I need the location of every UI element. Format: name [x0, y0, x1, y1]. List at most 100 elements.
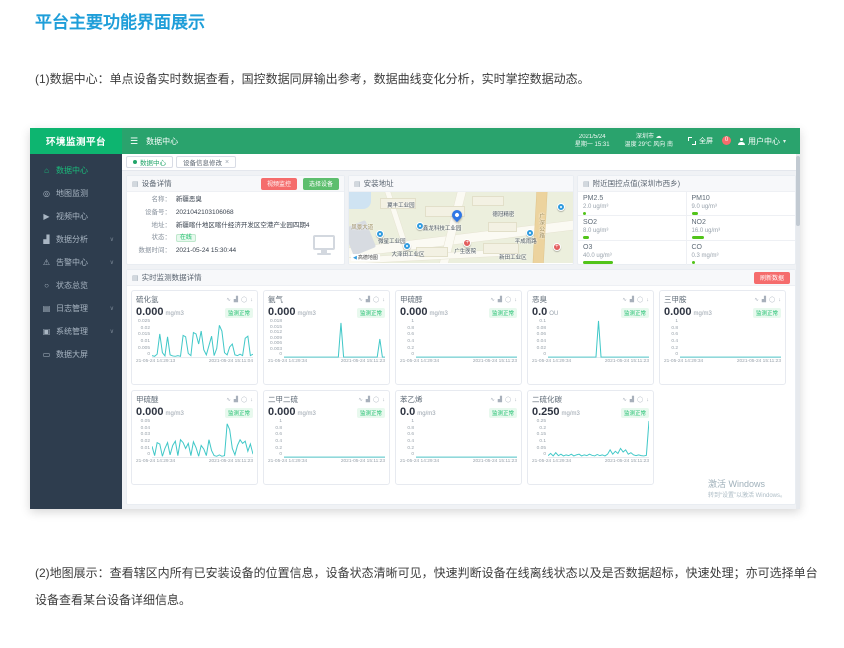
y-axis: 0.250.20.150.10.050 [532, 420, 548, 458]
sidebar-item-log-management[interactable]: ▤ 日志管理 ∨ [30, 297, 122, 320]
line-chart-icon[interactable]: ∿ [358, 397, 363, 403]
bar-chart-icon[interactable]: ▟ [366, 297, 370, 303]
monitor-status-badge[interactable]: 监测正常 [225, 308, 253, 318]
realtime-data-panel: ▤ 实时监测数据详情 刷新数据 硫化氢∿▟◯↓0.000mg/m3监测正常0.0… [126, 269, 796, 505]
user-menu[interactable]: 用户中心 ▾ [738, 136, 786, 147]
refresh-icon[interactable]: ◯ [505, 397, 511, 403]
sidebar-item-data-screen[interactable]: ▭ 数据大屏 [30, 343, 122, 366]
chart-plot [152, 420, 253, 458]
line-chart-icon[interactable]: ∿ [754, 297, 759, 303]
monitor-status-badge[interactable]: 监测正常 [621, 308, 649, 318]
bar-chart-icon[interactable]: ▟ [234, 397, 238, 403]
header-nav-title: 数据中心 [146, 136, 178, 147]
monitor-status-badge[interactable]: 监测正常 [621, 408, 649, 418]
monitor-status-badge[interactable]: 监测正常 [225, 408, 253, 418]
metric-pm25: PM2.5 2.0 ug/m³ [578, 192, 687, 216]
line-chart-icon[interactable]: ∿ [226, 397, 231, 403]
bar-chart-icon[interactable]: ▟ [366, 397, 370, 403]
sidebar-item-status-overview[interactable]: ○ 状态总览 [30, 274, 122, 297]
monitor-status-badge[interactable]: 监测正常 [753, 308, 781, 318]
bar-chart-icon[interactable]: ▟ [762, 297, 766, 303]
sidebar-item-data-center[interactable]: ⌂ 数据中心 [30, 159, 122, 182]
metric-value: 40.0 ug/m³ [583, 252, 681, 260]
download-icon[interactable]: ↓ [646, 297, 649, 303]
tab-data-center[interactable]: 数据中心 [126, 156, 173, 168]
download-icon[interactable]: ↓ [778, 297, 781, 303]
chart-plot [548, 320, 649, 358]
field-value: 新疆喀什地区喀什经济开发区空港产业园四期4 [176, 222, 310, 229]
bar-chart-icon[interactable]: ▟ [234, 297, 238, 303]
map-marker-blue[interactable] [557, 203, 565, 211]
sidebar-item-data-analysis[interactable]: ▟ 数据分析 ∨ [30, 228, 122, 251]
download-icon[interactable]: ↓ [382, 297, 385, 303]
refresh-icon[interactable]: ◯ [637, 297, 643, 303]
fullscreen-button[interactable]: 全屏 [688, 136, 713, 146]
refresh-icon[interactable]: ◯ [769, 297, 775, 303]
download-icon[interactable]: ↓ [646, 397, 649, 403]
line-chart-icon[interactable]: ∿ [226, 297, 231, 303]
sidebar-item-system-management[interactable]: ▣ 系统管理 ∨ [30, 320, 122, 343]
sidebar-item-label: 数据大屏 [56, 349, 88, 360]
line-chart-icon[interactable]: ∿ [490, 297, 495, 303]
tab-device-edit[interactable]: 设备信息修改 × [176, 156, 236, 168]
hamburger-icon[interactable]: ☰ [130, 136, 138, 147]
monitor-status-badge[interactable]: 监测正常 [357, 408, 385, 418]
sidebar-item-label: 数据分析 [56, 234, 88, 245]
map-marker-blue[interactable] [526, 229, 534, 237]
metric-bar [583, 261, 613, 264]
select-device-button[interactable]: 选择设备 [303, 178, 339, 190]
line-chart-icon[interactable]: ∿ [622, 397, 627, 403]
field-label: 数据时间： [133, 245, 171, 258]
map-label: 广生医院 [454, 247, 476, 255]
sidebar-item-map-monitor[interactable]: ◎ 地图监测 [30, 182, 122, 205]
bar-chart-icon[interactable]: ▟ [630, 297, 634, 303]
sidebar-item-alarm-center[interactable]: ⚠ 告警中心 ∨ [30, 251, 122, 274]
download-icon[interactable]: ↓ [250, 397, 253, 403]
panel-icon: ▤ [354, 180, 361, 188]
download-icon[interactable]: ↓ [382, 397, 385, 403]
download-icon[interactable]: ↓ [514, 297, 517, 303]
line-chart-icon[interactable]: ∿ [490, 397, 495, 403]
map-marker-red[interactable]: + [553, 243, 561, 251]
line-chart-icon[interactable]: ∿ [622, 297, 627, 303]
caret-down-icon: ▾ [783, 138, 786, 145]
x-axis-start: 21-05-24 14:29:13 [136, 359, 175, 364]
chart-unit: mg/m3 [694, 311, 712, 317]
device-fields: 名称： 新疆恶臭 设备号： 2021042103106068 地址： 新疆喀什地… [127, 192, 344, 260]
refresh-icon[interactable]: ◯ [373, 397, 379, 403]
refresh-icon[interactable]: ◯ [505, 297, 511, 303]
map-marker-hospital[interactable]: + [463, 239, 471, 247]
header-right: 2021/5/24 星期一 15:31 深圳市 ☁ 温度 29℃ 风向 南 全屏… [575, 133, 800, 149]
close-icon[interactable]: × [225, 159, 229, 166]
line-chart-icon[interactable]: ∿ [358, 297, 363, 303]
x-axis-start: 21-05-24 14:29:34 [136, 459, 175, 464]
refresh-icon[interactable]: ◯ [373, 297, 379, 303]
monitor-status-badge[interactable]: 监测正常 [489, 308, 517, 318]
y-axis: 0.10.080.060.040.020 [532, 320, 548, 358]
bar-chart-icon[interactable]: ▟ [498, 397, 502, 403]
monitor-status-badge[interactable]: 监测正常 [357, 308, 385, 318]
download-icon[interactable]: ↓ [514, 397, 517, 403]
weather-detail: 温度 29℃ 风向 南 [625, 141, 673, 149]
chart-title: 二硫化碳 [532, 394, 562, 405]
tab-label: 数据中心 [140, 157, 166, 167]
refresh-icon[interactable]: ◯ [241, 397, 247, 403]
notification-badge[interactable]: 0 [722, 136, 731, 145]
refresh-data-button[interactable]: 刷新数据 [754, 272, 790, 284]
chart-card: 二硫化碳∿▟◯↓0.250mg/m3监测正常0.250.20.150.10.05… [527, 390, 654, 485]
monitor-status-badge[interactable]: 监测正常 [489, 408, 517, 418]
x-axis-end: 2021-05-24 15:11:23 [209, 459, 253, 464]
refresh-icon[interactable]: ◯ [637, 397, 643, 403]
scrollbar-thumb[interactable] [796, 156, 800, 226]
map-canvas[interactable]: + + 翼丰工业园 鑫龙科技工业园 德冠精密 微星工业园 大泽田工业区 广生医院… [349, 192, 573, 263]
bar-chart-icon[interactable]: ▟ [630, 397, 634, 403]
sidebar-item-label: 系统管理 [56, 326, 88, 337]
download-icon[interactable]: ↓ [250, 297, 253, 303]
fullscreen-icon [688, 137, 696, 145]
sidebar-item-video-center[interactable]: ▶ 视频中心 [30, 205, 122, 228]
bar-chart-icon[interactable]: ▟ [498, 297, 502, 303]
chart-card: 二甲二硫∿▟◯↓0.000mg/m3监测正常10.80.60.40.2021-0… [263, 390, 390, 485]
video-monitor-button[interactable]: 视频监控 [261, 178, 297, 190]
refresh-icon[interactable]: ◯ [241, 297, 247, 303]
chevron-down-icon: ∨ [110, 259, 114, 266]
